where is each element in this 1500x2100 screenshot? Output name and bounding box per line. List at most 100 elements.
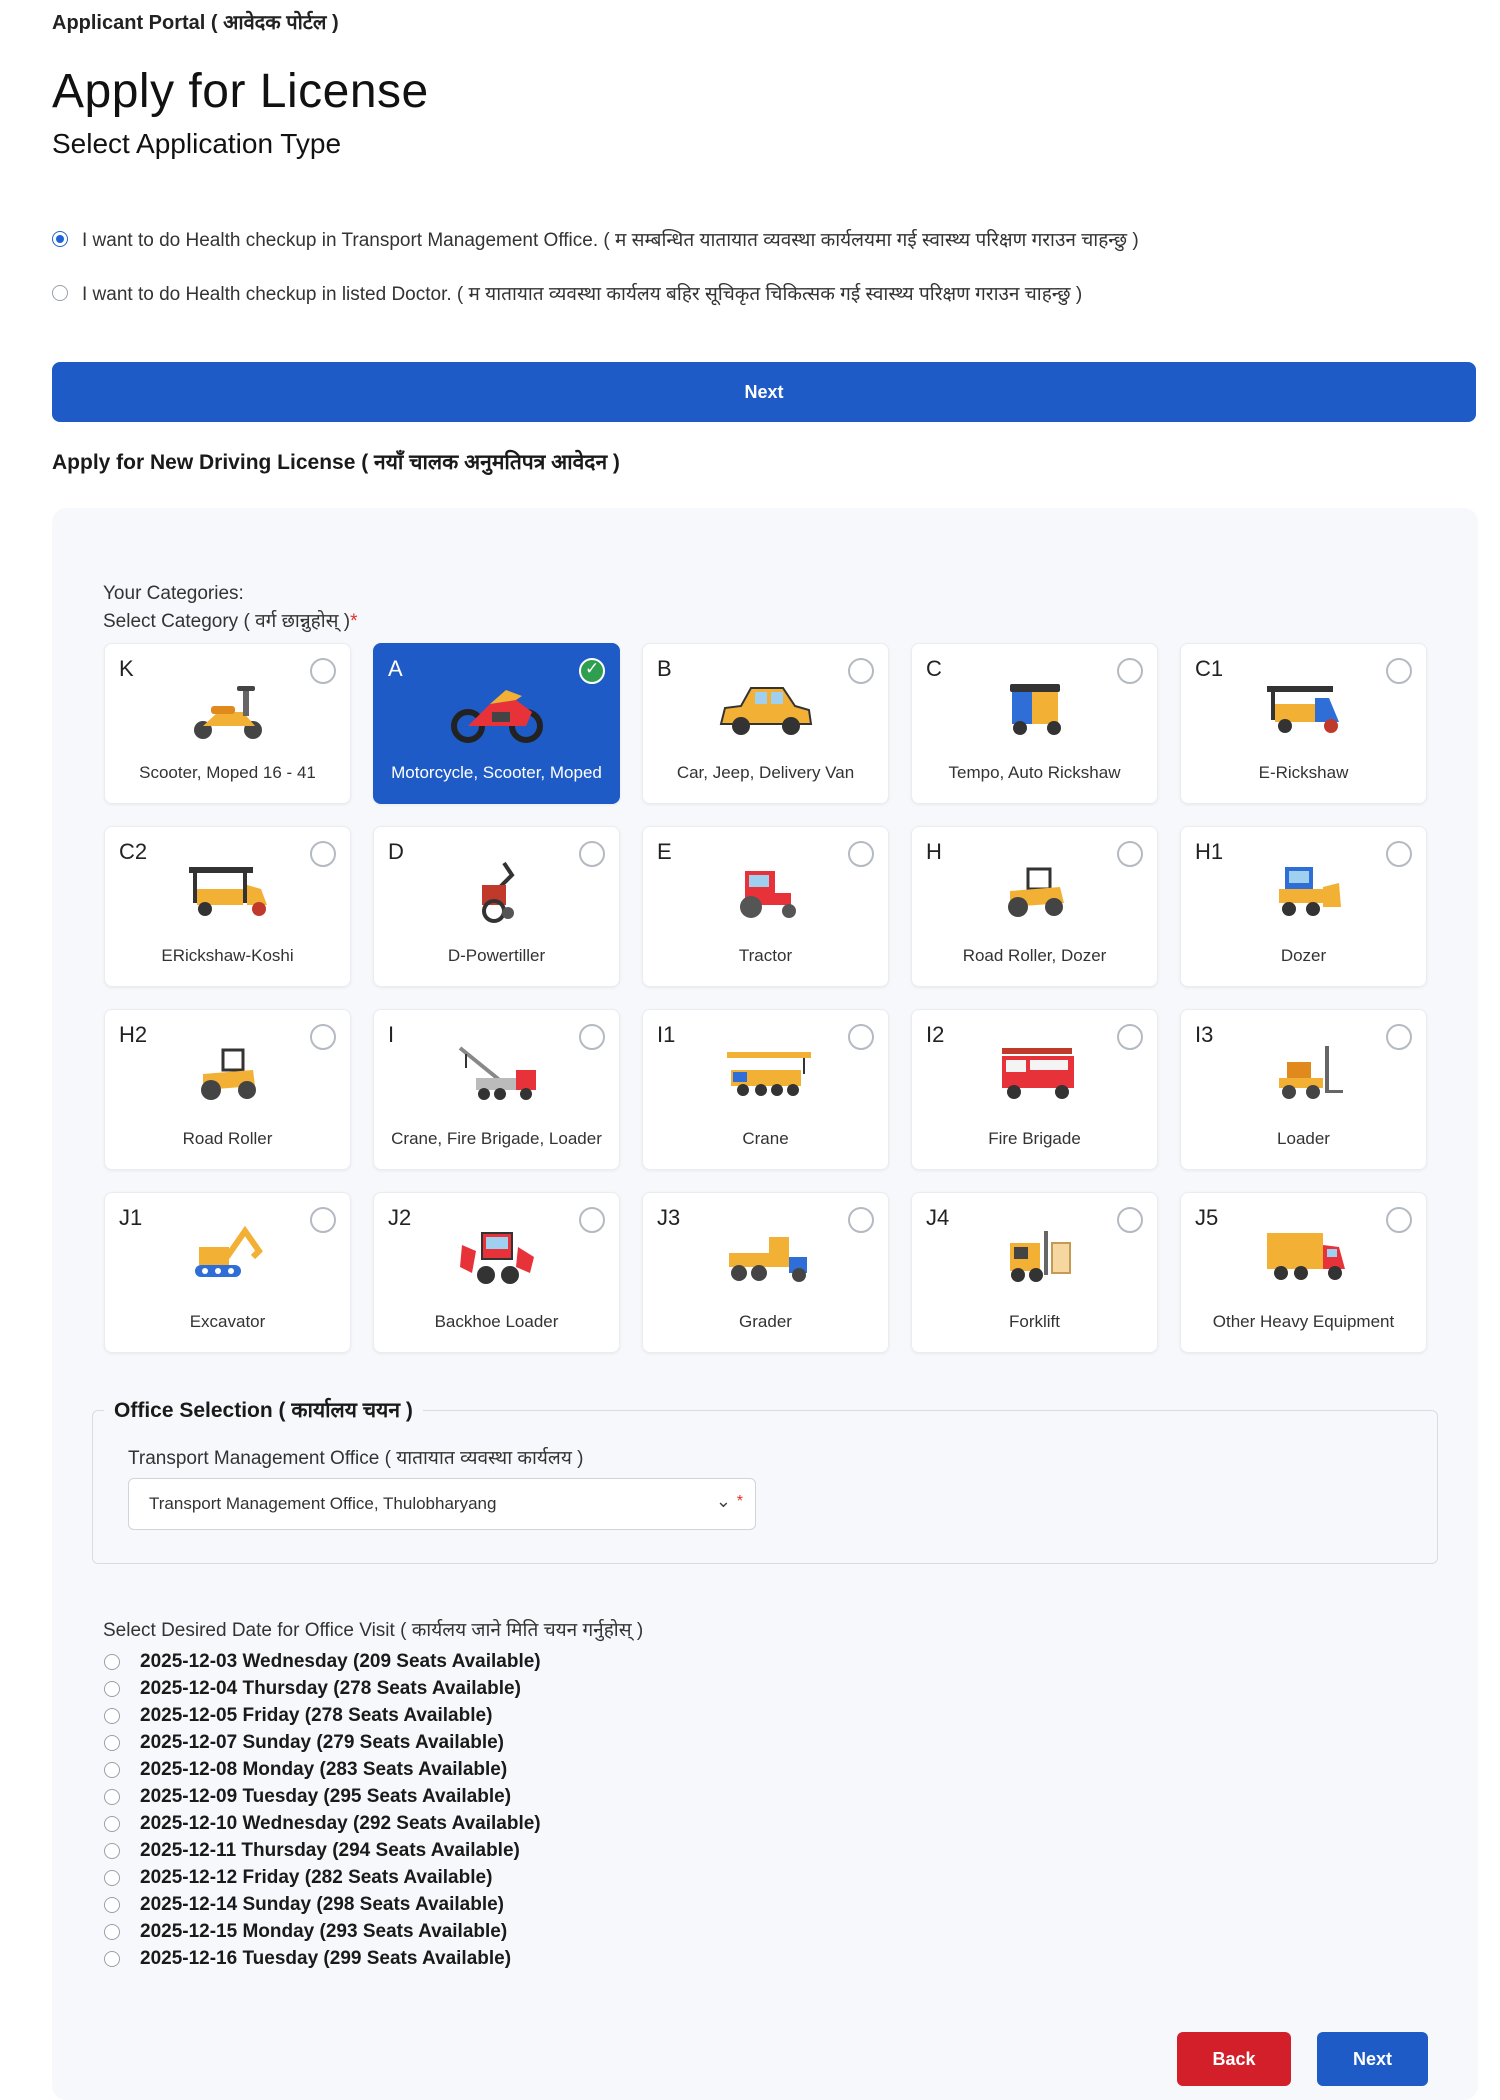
category-radio[interactable] bbox=[1117, 841, 1143, 867]
page-subtitle: Select Application Type bbox=[52, 128, 342, 159]
date-option[interactable]: 2025-12-07 Sunday (279 Seats Available) bbox=[104, 1729, 541, 1756]
office-select-value: Transport Management Office, Thulobharya… bbox=[149, 1494, 497, 1513]
date-radio[interactable] bbox=[104, 1761, 120, 1778]
date-radio[interactable] bbox=[104, 1923, 120, 1940]
category-code: H2 bbox=[119, 1022, 148, 1047]
radio-doctor[interactable] bbox=[52, 285, 68, 301]
auto-rickshaw-icon bbox=[1009, 684, 1061, 735]
category-card-j5[interactable]: J5 Other Heavy Equipment bbox=[1180, 1192, 1427, 1353]
date-radio[interactable] bbox=[104, 1950, 120, 1967]
category-code: A bbox=[388, 656, 403, 681]
radio-office[interactable] bbox=[52, 231, 68, 247]
date-option-label: 2025-12-04 Thursday (278 Seats Available… bbox=[140, 1677, 521, 1699]
category-code: I bbox=[388, 1022, 395, 1047]
category-card-i2[interactable]: I2 Fire Brigade bbox=[911, 1009, 1158, 1170]
category-radio[interactable] bbox=[310, 658, 336, 684]
date-option[interactable]: 2025-12-11 Thursday (294 Seats Available… bbox=[104, 1837, 541, 1864]
category-card-j2[interactable]: J2 Backhoe Loader bbox=[373, 1192, 620, 1353]
category-card-j1[interactable]: J1 Excavator bbox=[104, 1192, 351, 1353]
category-radio[interactable] bbox=[579, 1024, 605, 1050]
date-option[interactable]: 2025-12-04 Thursday (278 Seats Available… bbox=[104, 1675, 541, 1702]
date-option-label: 2025-12-07 Sunday (279 Seats Available) bbox=[140, 1731, 505, 1753]
section-title: Apply for New Driving License ( नयाँ चाल… bbox=[52, 451, 620, 474]
next-top-button[interactable]: Next bbox=[52, 362, 1476, 422]
back-button[interactable]: Back bbox=[1177, 2032, 1291, 2086]
category-radio[interactable] bbox=[1117, 658, 1143, 684]
category-radio[interactable] bbox=[1386, 1207, 1412, 1233]
date-option-label: 2025-12-10 Wednesday (292 Seats Availabl… bbox=[140, 1812, 541, 1834]
date-radio[interactable] bbox=[104, 1680, 120, 1697]
category-label: Forklift bbox=[1009, 1312, 1060, 1331]
date-option-label: 2025-12-16 Tuesday (299 Seats Available) bbox=[140, 1947, 512, 1969]
category-radio[interactable] bbox=[1386, 841, 1412, 867]
category-card-c[interactable]: C Tempo, Auto Rickshaw bbox=[911, 643, 1158, 804]
category-card-i[interactable]: I Crane, Fire Brigade, Loader bbox=[373, 1009, 620, 1170]
date-radio[interactable] bbox=[104, 1815, 120, 1832]
category-caption: Your Categories: Select Category ( वर्ग … bbox=[103, 580, 358, 636]
date-radio[interactable] bbox=[104, 1707, 120, 1724]
date-option[interactable]: 2025-12-09 Tuesday (295 Seats Available) bbox=[104, 1783, 541, 1810]
category-card-h1[interactable]: H1 Dozer bbox=[1180, 826, 1427, 987]
date-option[interactable]: 2025-12-10 Wednesday (292 Seats Availabl… bbox=[104, 1810, 541, 1837]
date-option[interactable]: 2025-12-12 Friday (282 Seats Available) bbox=[104, 1864, 541, 1891]
category-code: C2 bbox=[119, 839, 148, 864]
category-card-c1[interactable]: C1 E-Rickshaw bbox=[1180, 643, 1427, 804]
category-card-i1[interactable]: I1 Crane bbox=[642, 1009, 889, 1170]
category-card-i3[interactable]: I3 Loader bbox=[1180, 1009, 1427, 1170]
date-option[interactable]: 2025-12-08 Monday (283 Seats Available) bbox=[104, 1756, 541, 1783]
required-mark: * bbox=[350, 611, 358, 632]
date-option[interactable]: 2025-12-15 Monday (293 Seats Available) bbox=[104, 1918, 541, 1945]
category-code: I3 bbox=[1195, 1022, 1214, 1047]
application-type-doctor[interactable]: I want to do Health checkup in listed Do… bbox=[52, 280, 1082, 306]
date-option-label: 2025-12-14 Sunday (298 Seats Available) bbox=[140, 1893, 505, 1915]
category-code: J5 bbox=[1195, 1205, 1219, 1230]
category-card-a[interactable]: A Motorcycle, Scooter, Moped bbox=[373, 643, 620, 804]
category-card-e[interactable]: E Tractor bbox=[642, 826, 889, 987]
category-label: Excavator bbox=[189, 1312, 266, 1331]
date-radio[interactable] bbox=[104, 1842, 120, 1859]
date-radio[interactable] bbox=[104, 1896, 120, 1913]
category-card-c2[interactable]: C2 ERickshaw-Koshi bbox=[104, 826, 351, 987]
category-card-h2[interactable]: H2 Road Roller bbox=[104, 1009, 351, 1170]
category-card-j4[interactable]: J4 Forklift bbox=[911, 1192, 1158, 1353]
date-radio[interactable] bbox=[104, 1734, 120, 1751]
category-radio[interactable] bbox=[310, 1207, 336, 1233]
category-card-j3[interactable]: J3 Grader bbox=[642, 1192, 889, 1353]
date-option-label: 2025-12-09 Tuesday (295 Seats Available) bbox=[140, 1785, 512, 1807]
category-radio[interactable] bbox=[310, 841, 336, 867]
date-radio[interactable] bbox=[104, 1653, 120, 1670]
date-caption: Select Desired Date for Office Visit ( क… bbox=[103, 1620, 644, 1641]
category-card-k[interactable]: K Scooter, Moped 16 - 41 bbox=[104, 643, 351, 804]
category-radio[interactable] bbox=[310, 1024, 336, 1050]
category-card-b[interactable]: B Car, Jeep, Delivery Van bbox=[642, 643, 889, 804]
office-select[interactable]: Transport Management Office, Thulobharya… bbox=[128, 1478, 756, 1530]
category-card-h[interactable]: H Road Roller, Dozer bbox=[911, 826, 1158, 987]
date-option[interactable]: 2025-12-14 Sunday (298 Seats Available) bbox=[104, 1891, 541, 1918]
category-radio[interactable] bbox=[1386, 658, 1412, 684]
application-type-office[interactable]: I want to do Health checkup in Transport… bbox=[52, 226, 1139, 252]
office-selection-legend: Office Selection ( कार्यालय चयन ) bbox=[104, 1396, 423, 1424]
loader-icon bbox=[1278, 1046, 1343, 1099]
category-radio[interactable] bbox=[848, 1024, 874, 1050]
category-code: E bbox=[657, 839, 672, 864]
category-code: J4 bbox=[926, 1205, 950, 1230]
date-option[interactable]: 2025-12-03 Wednesday (209 Seats Availabl… bbox=[104, 1648, 541, 1675]
category-code: J1 bbox=[119, 1205, 143, 1230]
date-radio[interactable] bbox=[104, 1869, 120, 1886]
category-radio[interactable] bbox=[848, 841, 874, 867]
next-button[interactable]: Next bbox=[1317, 2032, 1428, 2086]
category-radio[interactable] bbox=[848, 658, 874, 684]
check-icon[interactable] bbox=[579, 658, 605, 684]
date-option[interactable]: 2025-12-16 Tuesday (299 Seats Available) bbox=[104, 1945, 541, 1972]
category-radio[interactable] bbox=[1117, 1207, 1143, 1233]
date-option[interactable]: 2025-12-05 Friday (278 Seats Available) bbox=[104, 1702, 541, 1729]
category-radio[interactable] bbox=[1386, 1024, 1412, 1050]
category-radio[interactable] bbox=[1117, 1024, 1143, 1050]
category-radio[interactable] bbox=[579, 841, 605, 867]
category-radio[interactable] bbox=[848, 1207, 874, 1233]
category-radio[interactable] bbox=[579, 1207, 605, 1233]
date-radio[interactable] bbox=[104, 1788, 120, 1805]
heavy-truck-icon bbox=[1266, 1233, 1345, 1280]
category-card-d[interactable]: D D-Powertiller bbox=[373, 826, 620, 987]
select-category-label: Select Category ( वर्ग छान्नुहोस् ) bbox=[103, 611, 351, 632]
